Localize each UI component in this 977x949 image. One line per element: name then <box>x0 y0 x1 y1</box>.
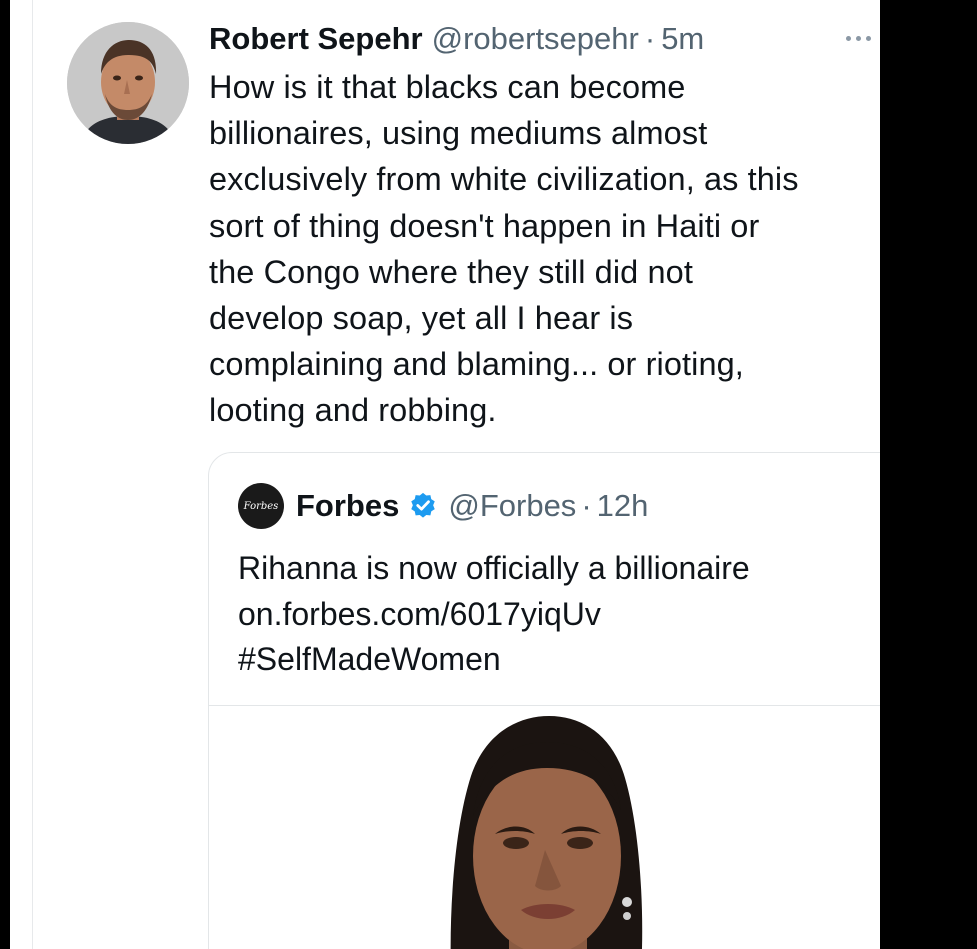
verified-badge-icon <box>411 492 436 518</box>
tweet-header: Robert Sepehr @robertsepehr · 5m <box>209 16 704 62</box>
author-name[interactable]: Robert Sepehr <box>209 21 423 57</box>
tweet-text-line: complaining and blaming... or rioting, <box>209 346 744 383</box>
header-separator: · <box>644 21 656 56</box>
quoted-tweet-timestamp[interactable]: 12h <box>597 488 649 524</box>
quoted-tweet-header: Forbes Forbes @Forbes · 12h <box>238 483 648 529</box>
right-black-border <box>880 0 977 949</box>
tweet-timestamp[interactable]: 5m <box>661 21 704 57</box>
timeline-divider <box>32 0 33 949</box>
tweet-card[interactable]: Robert Sepehr @robertsepehr · 5m How is … <box>10 0 880 949</box>
left-black-border <box>0 0 10 949</box>
tweet-text-line: the Congo where they still did not <box>209 253 693 290</box>
tweet-text-line: How is it that blacks can become <box>209 69 686 105</box>
tweet-text-line: sort of thing doesn't happen in Haiti or <box>209 207 760 244</box>
quoted-tweet-text: Rihanna is now officially a billionaire … <box>238 546 878 683</box>
tweet-text-line: billionaires, using mediums almost <box>209 115 708 152</box>
forbes-logo-avatar[interactable]: Forbes <box>238 483 284 529</box>
author-handle[interactable]: @robertsepehr <box>432 21 639 57</box>
quoted-author-handle[interactable]: @Forbes <box>448 488 576 524</box>
quoted-hashtag[interactable]: #SelfMadeWomen <box>238 637 878 683</box>
avatar-photo <box>67 22 189 144</box>
quoted-media-image[interactable] <box>209 706 880 949</box>
tweet-text-line: develop soap, yet all I hear is <box>209 300 634 337</box>
quoted-author-name[interactable]: Forbes <box>296 488 399 524</box>
author-avatar[interactable] <box>67 22 189 144</box>
tweet-text: How is it that blacks can become billion… <box>209 64 880 434</box>
quoted-link[interactable]: on.forbes.com/6017yiqUv <box>238 592 878 638</box>
quoted-text-line: Rihanna is now officially a billionaire <box>238 550 750 586</box>
portrait-photo <box>209 706 880 949</box>
tweet-text-line: exclusively from white civilization, as … <box>209 161 799 198</box>
quoted-tweet-card[interactable]: Forbes Forbes @Forbes · 12h Rihanna is n… <box>208 452 880 949</box>
quoted-header-separator: · <box>581 488 592 523</box>
tweet-text-line: looting and robbing. <box>209 392 497 429</box>
more-horizontal-icon[interactable] <box>846 30 880 46</box>
